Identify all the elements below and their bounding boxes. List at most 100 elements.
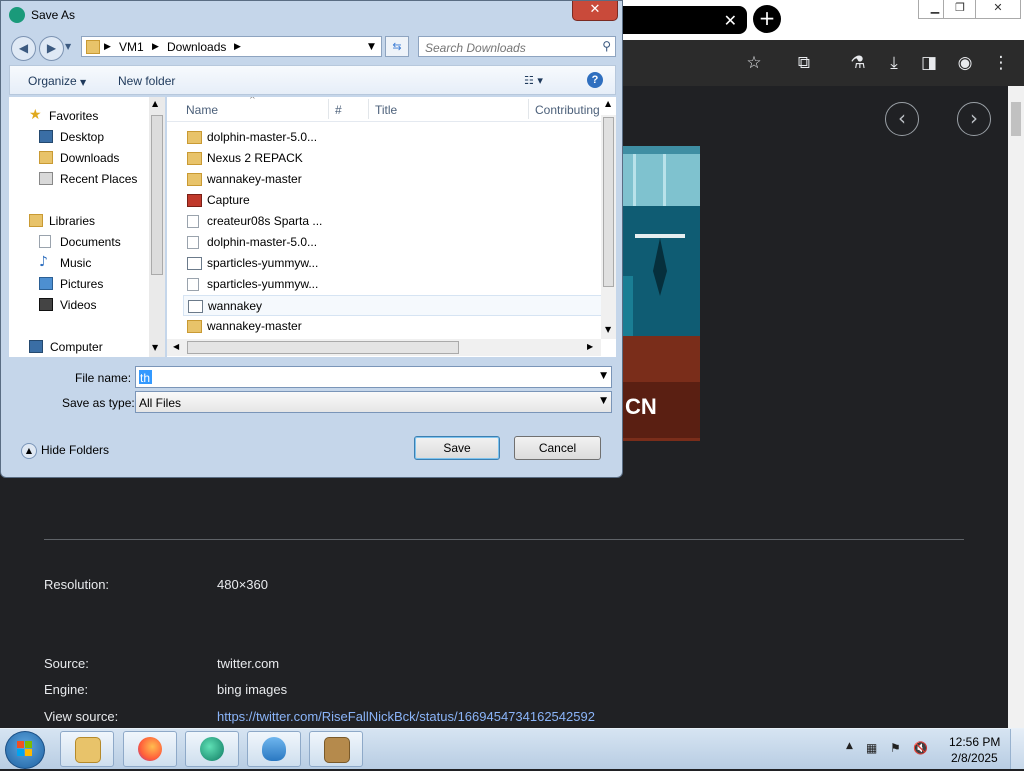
back-button[interactable]: ◀: [11, 36, 36, 61]
column-separator[interactable]: [328, 99, 329, 119]
navigation-scrollbar[interactable]: ▲ ▼: [149, 97, 165, 357]
scroll-up-icon[interactable]: ▲: [605, 99, 611, 108]
firefox-icon: [138, 737, 162, 761]
organize-button[interactable]: Organize ▼: [28, 74, 86, 88]
nav-pictures-label: Pictures: [60, 277, 104, 291]
new-folder-button[interactable]: New folder: [118, 74, 175, 88]
column-separator[interactable]: [368, 99, 369, 119]
file-row-selected[interactable]: wannakey: [183, 295, 603, 316]
file-name-field[interactable]: ▼: [135, 366, 612, 388]
extensions-icon[interactable]: ⧉: [793, 52, 815, 74]
address-dropdown-icon[interactable]: ▼: [368, 42, 375, 52]
browser-tab[interactable]: ✕: [623, 6, 747, 34]
taskbar-firefox[interactable]: [123, 731, 177, 767]
file-row[interactable]: dolphin-master-5.0...: [183, 232, 603, 253]
cancel-button[interactable]: Cancel: [514, 436, 601, 460]
next-image-button[interactable]: ›: [957, 102, 991, 136]
file-row[interactable]: sparticles-yummyw...: [183, 253, 603, 274]
show-hidden-icons-icon[interactable]: ▲: [846, 741, 853, 751]
view-options-icon[interactable]: ☷ ▾: [524, 74, 543, 87]
search-input[interactable]: [423, 38, 597, 57]
horizontal-scroll-thumb[interactable]: [187, 341, 459, 354]
address-bar[interactable]: ▶ VM1 ▶ Downloads ▶ ▼: [81, 36, 382, 57]
new-tab-button[interactable]: +: [753, 5, 781, 33]
network-icon[interactable]: ▦: [866, 741, 877, 755]
column-separator[interactable]: [528, 99, 529, 119]
hide-folders-button[interactable]: ▲ Hide Folders: [21, 443, 109, 459]
clock-date[interactable]: 2/8/2025: [951, 751, 998, 765]
start-button[interactable]: [5, 731, 45, 769]
column-name[interactable]: Name: [186, 103, 218, 117]
labs-flask-icon[interactable]: ⚗: [847, 52, 869, 74]
file-row[interactable]: Capture: [183, 190, 603, 211]
scroll-right-icon[interactable]: ▶: [587, 342, 593, 351]
file-row[interactable]: sparticles-yummyw...: [183, 274, 603, 295]
save-as-type-select[interactable]: All Files ▼: [135, 391, 612, 413]
nav-libraries-label: Libraries: [49, 214, 96, 228]
show-desktop-button[interactable]: [1010, 729, 1024, 769]
taskbar-app[interactable]: [185, 731, 239, 767]
scroll-down-icon[interactable]: ▼: [152, 343, 158, 352]
refresh-button[interactable]: ⇆: [385, 36, 409, 57]
action-center-flag-icon[interactable]: ⚑: [890, 741, 901, 755]
breadcrumb-chevron-icon[interactable]: ▶: [104, 42, 111, 52]
scrollbar-thumb[interactable]: [1011, 102, 1021, 136]
recent-locations-chevron-icon[interactable]: ▼: [65, 42, 71, 51]
document-icon: [187, 236, 199, 249]
profile-avatar-icon[interactable]: ◉: [954, 52, 976, 74]
desktop-icon: [39, 130, 53, 143]
breadcrumb-vm1[interactable]: VM1: [119, 40, 144, 54]
file-row[interactable]: wannakey-master: [183, 316, 603, 337]
file-list-vertical-scrollbar[interactable]: [601, 115, 616, 339]
source-label: Source:: [44, 656, 89, 671]
side-panel-icon[interactable]: ◨: [918, 52, 940, 74]
close-window-icon[interactable]: ✕: [975, 0, 1021, 19]
file-list-scroll-thumb[interactable]: [603, 117, 614, 287]
file-name-dropdown-icon[interactable]: ▼: [600, 371, 607, 381]
clock-time[interactable]: 12:56 PM: [949, 735, 1000, 749]
help-icon[interactable]: ?: [587, 72, 603, 88]
save-as-type-label: Save as type:: [62, 396, 135, 410]
column-contributing[interactable]: Contributing: [535, 103, 600, 117]
save-button[interactable]: Save: [414, 436, 500, 460]
document-icon: [187, 278, 199, 291]
file-row[interactable]: dolphin-master-5.0...: [183, 127, 603, 148]
close-tab-icon[interactable]: ✕: [724, 11, 737, 30]
nav-documents-label: Documents: [60, 235, 121, 249]
breadcrumb-downloads[interactable]: Downloads: [167, 40, 226, 54]
download-icon[interactable]: ⤓: [883, 52, 905, 74]
breadcrumb-chevron-icon[interactable]: ▶: [234, 42, 241, 52]
file-row[interactable]: Nexus 2 REPACK: [183, 148, 603, 169]
scroll-up-icon[interactable]: ▲: [152, 99, 158, 108]
save-as-type-dropdown-icon[interactable]: ▼: [600, 396, 607, 406]
view-source-link[interactable]: https://twitter.com/RiseFallNickBck/stat…: [217, 709, 595, 724]
previous-image-button[interactable]: ‹: [885, 102, 919, 136]
restore-icon[interactable]: ❐: [943, 0, 977, 19]
dialog-close-icon[interactable]: ✕: [572, 1, 618, 21]
column-number[interactable]: #: [335, 103, 342, 117]
pictures-icon: [39, 277, 53, 290]
scroll-left-icon[interactable]: ◀: [173, 342, 179, 351]
file-row[interactable]: wannakey-master: [183, 169, 603, 190]
taskbar-dolphin[interactable]: [247, 731, 301, 767]
breadcrumb-chevron-icon[interactable]: ▶: [152, 42, 159, 52]
taskbar-file-explorer[interactable]: [60, 731, 114, 767]
column-title[interactable]: Title: [375, 103, 397, 117]
file-list-horizontal-scrollbar[interactable]: ◀ ▶: [167, 339, 601, 356]
windows-logo-icon: [17, 741, 32, 756]
search-box[interactable]: ⚲: [418, 36, 616, 57]
search-icon[interactable]: ⚲: [602, 39, 611, 53]
file-row[interactable]: createur08s Sparta ...: [183, 211, 603, 232]
page-scrollbar[interactable]: [1008, 86, 1024, 728]
taskbar-archive[interactable]: [309, 731, 363, 767]
bookmark-star-icon[interactable]: ☆: [743, 52, 765, 74]
navigation-scroll-thumb[interactable]: [151, 115, 163, 275]
scroll-down-icon[interactable]: ▼: [605, 325, 611, 334]
image-preview[interactable]: CN: [623, 146, 700, 441]
menu-kebab-icon[interactable]: ⋮: [990, 52, 1012, 74]
forward-button[interactable]: ▶: [39, 36, 64, 61]
volume-muted-icon[interactable]: 🔇: [913, 741, 928, 755]
file-name-input[interactable]: [138, 369, 582, 387]
divider: [44, 539, 964, 540]
folder-icon: [187, 152, 202, 165]
